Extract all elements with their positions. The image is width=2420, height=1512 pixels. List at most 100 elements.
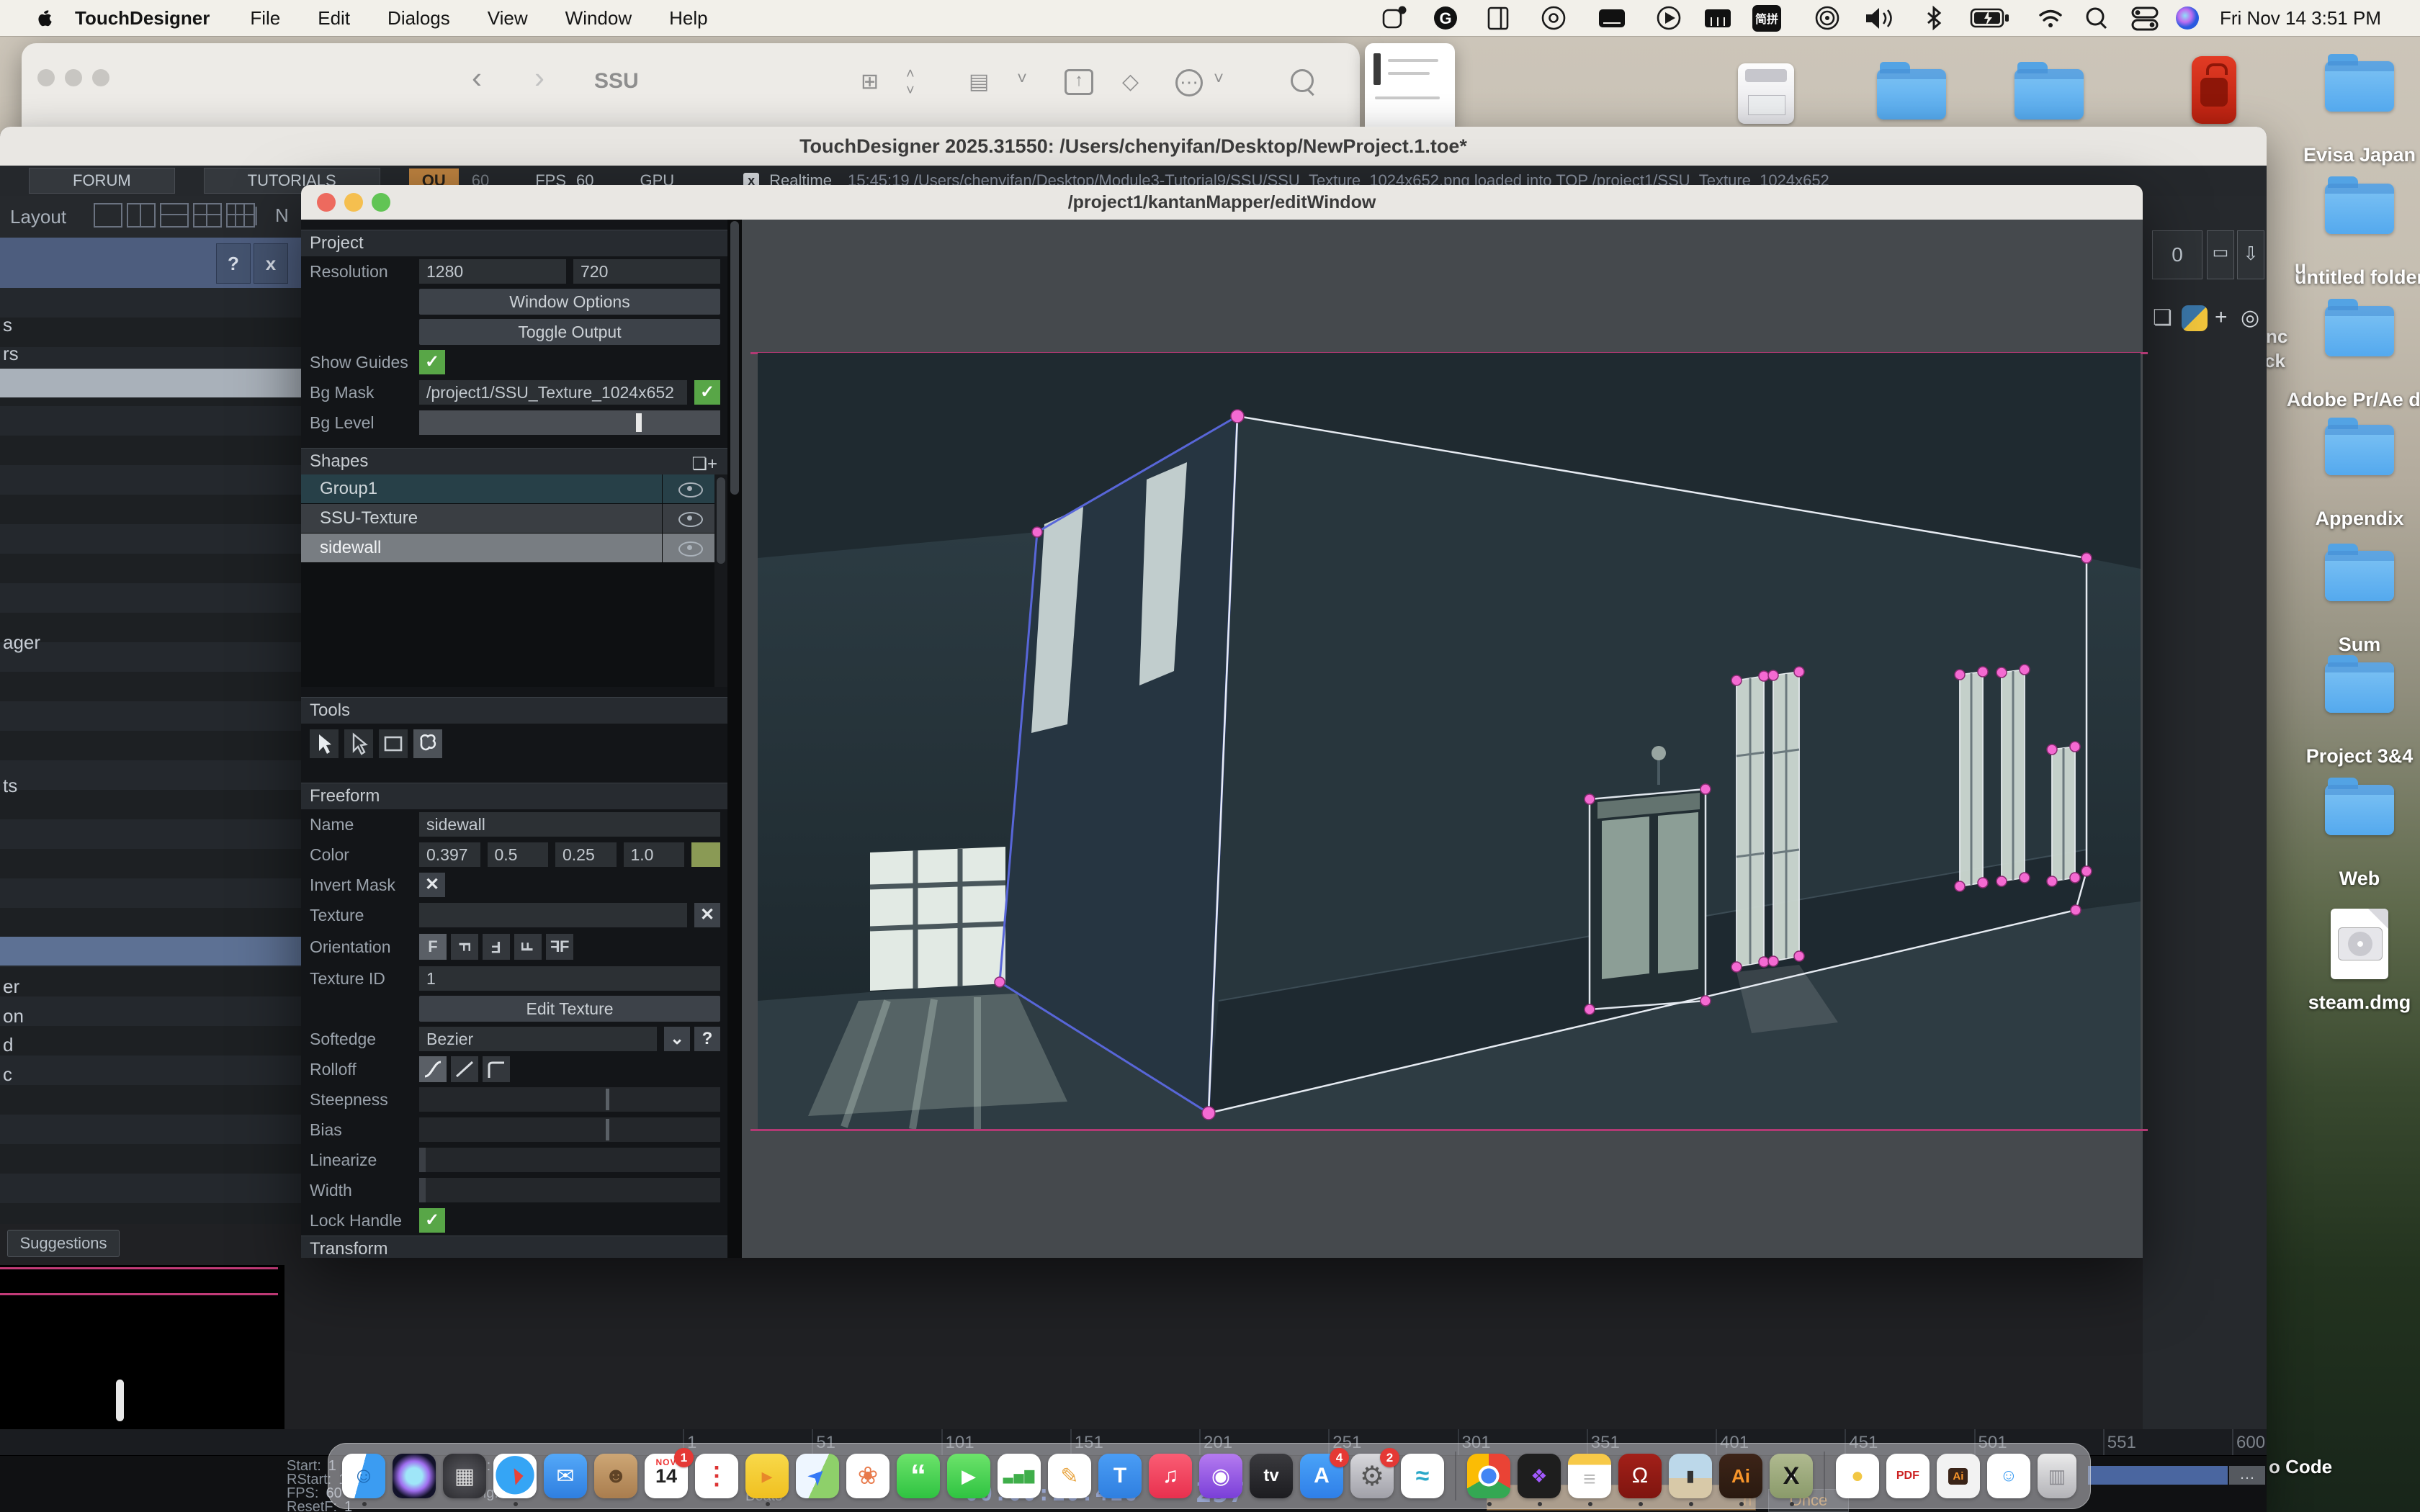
section-freeform[interactable]: Freeform	[301, 783, 727, 809]
clipboard-icon[interactable]: ❏	[2153, 305, 2172, 330]
linearize-slider[interactable]	[419, 1148, 720, 1172]
dock-icon-minimized-finder-window[interactable]: ☺	[1987, 1454, 2030, 1498]
color-component-field-1[interactable]: 0.5	[488, 842, 549, 867]
dock-icon-finder[interactable]: ☺	[342, 1454, 385, 1498]
layout-preset-5-icon[interactable]	[226, 203, 255, 228]
sidebar-list[interactable]: srsagertserondc	[0, 288, 301, 1224]
sidebar-list-item[interactable]: c	[0, 1060, 301, 1089]
dock-icon-pages[interactable]: ✎	[1048, 1454, 1091, 1498]
dock-icon-numbers[interactable]: ▃▅▇	[998, 1454, 1041, 1498]
dock-icon-minimized-duck-file[interactable]: ●	[1836, 1454, 1879, 1498]
finder-minimize-button[interactable]	[65, 69, 82, 86]
orientation-button-1[interactable]: F	[451, 934, 478, 960]
desktop-icon-project-3-4[interactable]	[2325, 662, 2394, 713]
layout-preset-2-icon[interactable]	[127, 203, 156, 228]
name-field[interactable]: sidewall	[419, 812, 720, 837]
desktop-folder-peek-1[interactable]	[1877, 69, 1946, 120]
bg-mask-field[interactable]: /project1/SSU_Texture_1024x652	[419, 380, 687, 405]
menu-item-touchdesigner[interactable]: TouchDesigner	[53, 7, 231, 30]
desktop-folder-peek-2[interactable]	[2015, 69, 2084, 120]
layout-preset-3-icon[interactable]	[160, 203, 189, 228]
dock-icon-illustrator[interactable]: Ai	[1719, 1454, 1762, 1498]
dock-icon-siri[interactable]	[393, 1454, 436, 1498]
counter-field[interactable]: 0	[2152, 230, 2202, 279]
freeform-tool-icon[interactable]	[413, 729, 442, 758]
menu-item-edit[interactable]: Edit	[299, 7, 369, 30]
dock-icon-mail[interactable]: ✉	[544, 1454, 587, 1498]
menu-status-icons[interactable]: G 简拼	[1379, 0, 2208, 36]
mapping-canvas[interactable]	[742, 220, 2143, 1258]
section-transform[interactable]: Transform	[301, 1236, 727, 1258]
color-swatch[interactable]	[691, 842, 720, 867]
visibility-eye-icon[interactable]	[678, 482, 703, 498]
dock-icon-photos[interactable]: ❀	[846, 1454, 889, 1498]
shape-item-sidewall[interactable]: sidewall	[301, 534, 727, 563]
section-shapes[interactable]: Shapes ❏+	[301, 448, 727, 474]
texture-clear-button[interactable]: ✕	[694, 903, 720, 927]
more-chevron-icon[interactable]: ˅	[1214, 69, 1224, 89]
lock-handle-checkbox[interactable]: ✓	[419, 1208, 445, 1233]
desktop-icon-untitled-folder[interactable]	[2325, 184, 2394, 234]
download-button[interactable]: ⇩	[2237, 230, 2264, 279]
more-actions-icon[interactable]: ⋯	[1175, 69, 1203, 96]
edit-window-title-bar[interactable]: /project1/kantanMapper/editWindow	[301, 185, 2143, 220]
toggle-output-button[interactable]: Toggle Output	[419, 319, 720, 345]
printer-icon[interactable]	[1738, 63, 1794, 124]
dock-icon-photo-document[interactable]: ▮	[1669, 1454, 1712, 1498]
window-button[interactable]: ▭	[2207, 230, 2234, 279]
python-icon[interactable]	[2182, 305, 2208, 337]
width-slider[interactable]	[419, 1178, 720, 1202]
sidebar-list-item[interactable]: er	[0, 972, 301, 1001]
sidebar-list-item[interactable]	[0, 937, 301, 966]
desktop-icon-appendix[interactable]	[2325, 425, 2394, 475]
section-tools[interactable]: Tools	[301, 697, 727, 724]
menu-clock[interactable]: Fri Nov 14 3:51 PM	[2220, 0, 2381, 36]
orientation-button-0[interactable]: F	[419, 934, 447, 960]
red-app-icon[interactable]	[2192, 56, 2236, 124]
dock-icon-podcasts[interactable]: ◉	[1199, 1454, 1242, 1498]
desktop-icon-adobe-pr-ae-do[interactable]	[2325, 306, 2394, 356]
steepness-slider[interactable]	[419, 1087, 720, 1112]
dock-icon-minimized-ai-document[interactable]: Ai	[1937, 1454, 1980, 1498]
panel-close-button[interactable]: x	[254, 243, 288, 284]
scrollbar-thumb[interactable]	[116, 1380, 124, 1421]
finder-close-button[interactable]	[37, 69, 55, 86]
orientation-button-4[interactable]: FF	[546, 934, 573, 960]
softedge-chevron-icon[interactable]: ⌄	[664, 1027, 690, 1051]
dock-icon-calendar[interactable]: NOV141	[645, 1454, 688, 1498]
texture-field[interactable]	[419, 903, 687, 927]
desktop-icon-evisa-japan[interactable]	[2325, 61, 2394, 112]
td-title-bar[interactable]: TouchDesigner 2025.31550: /Users/chenyif…	[0, 127, 2267, 166]
dock-icon-maps[interactable]: ➤	[796, 1454, 839, 1498]
visibility-eye-icon[interactable]	[678, 512, 703, 527]
mapping-canvas-scene[interactable]	[758, 353, 2141, 1129]
view-chevrons-icon[interactable]: ˄˅	[906, 66, 915, 99]
tag-icon[interactable]: ◇	[1122, 69, 1139, 94]
color-component-field-0[interactable]: 0.397	[419, 842, 480, 867]
group-view-icon[interactable]: ▤	[969, 69, 989, 94]
window-options-button[interactable]: Window Options	[419, 289, 720, 315]
softedge-dropdown[interactable]: Bezier	[419, 1027, 657, 1051]
sidebar-list-item[interactable]: d	[0, 1030, 301, 1059]
finder-zoom-button[interactable]	[92, 69, 109, 86]
sidebar-list-item[interactable]: on	[0, 1002, 301, 1030]
show-guides-checkbox[interactable]: ✓	[419, 350, 445, 374]
dock-icon-figma[interactable]: ❖	[1518, 1454, 1561, 1498]
dock-icon-contacts[interactable]: ☻	[594, 1454, 637, 1498]
sidebar-list-item[interactable]: s	[0, 310, 301, 339]
timeline-options-button[interactable]: …	[2229, 1466, 2265, 1485]
rectangle-tool-icon[interactable]	[379, 729, 408, 758]
menu-item-dialogs[interactable]: Dialogs	[369, 7, 469, 30]
menu-item-view[interactable]: View	[469, 7, 547, 30]
dock-icon-notes[interactable]: ≡	[1568, 1454, 1611, 1498]
timeline-progress-bar[interactable]	[2088, 1466, 2228, 1485]
shape-item-group1[interactable]: Group1	[301, 474, 727, 504]
invert-mask-toggle[interactable]: ✕	[419, 873, 445, 897]
dock-icon-system-settings[interactable]: ⚙2	[1350, 1454, 1394, 1498]
forward-icon[interactable]: ›	[534, 60, 544, 95]
menu-item-window[interactable]: Window	[547, 7, 650, 30]
dock-icon-keynote[interactable]: T	[1098, 1454, 1142, 1498]
dock-icon-acrobat[interactable]: Ω	[1618, 1454, 1662, 1498]
dock-icon-music[interactable]: ♫	[1149, 1454, 1192, 1498]
panel-help-button[interactable]: ?	[216, 243, 251, 284]
